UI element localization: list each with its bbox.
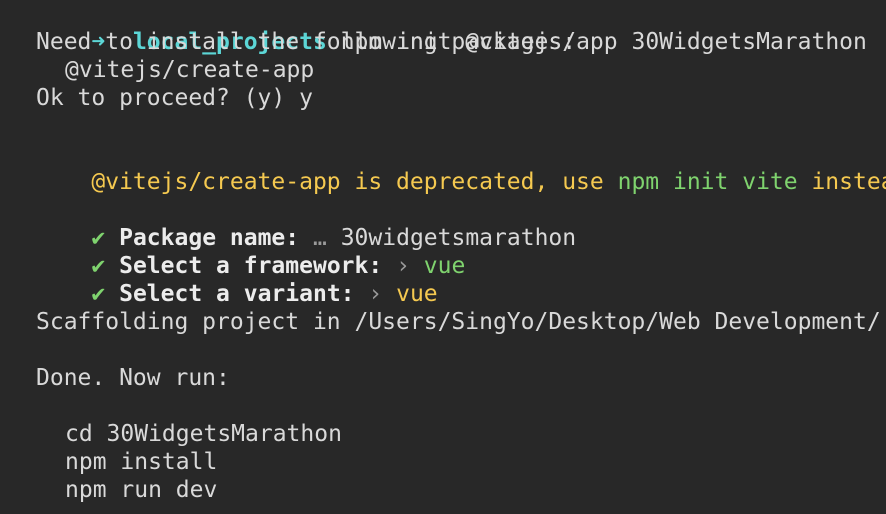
- install-package: @vitejs/create-app: [65, 57, 315, 83]
- chevron-right-icon: ›: [368, 281, 383, 307]
- next-command: cd 30WidgetsMarathon: [65, 421, 342, 447]
- answer-package-name: ✔ Package name: … 30widgetsmarathon: [36, 196, 576, 251]
- deprecation-suffix: instead: [811, 169, 886, 195]
- next-command: npm run dev: [65, 477, 218, 503]
- install-notice: Need to install the following packages:: [36, 29, 577, 55]
- check-icon: ✔: [91, 281, 106, 307]
- done-message: Done. Now run:: [36, 365, 230, 391]
- deprecation-warning: @vitejs/create-app is deprecated, use np…: [36, 140, 886, 195]
- scaffolding-message: Scaffolding project in /Users/SingYo/Des…: [36, 309, 881, 335]
- prompt-line: ➜ local_projects npm init @vitejs/app 30…: [36, 0, 867, 55]
- proceed-question: Ok to proceed? (y) y: [36, 85, 313, 111]
- answer-framework: ✔ Select a framework: › vue: [36, 224, 465, 279]
- answer-variant: ✔ Select a variant: › vue: [36, 252, 437, 307]
- deprecation-prefix: @vitejs/create-app is deprecated, use: [91, 169, 618, 195]
- terminal-window[interactable]: ➜ local_projects npm init @vitejs/app 30…: [0, 0, 886, 514]
- next-command: npm install: [65, 449, 218, 475]
- answer-value: vue: [396, 281, 438, 307]
- deprecation-command: npm init vite: [617, 169, 798, 195]
- answer-label: Select a variant:: [119, 281, 355, 307]
